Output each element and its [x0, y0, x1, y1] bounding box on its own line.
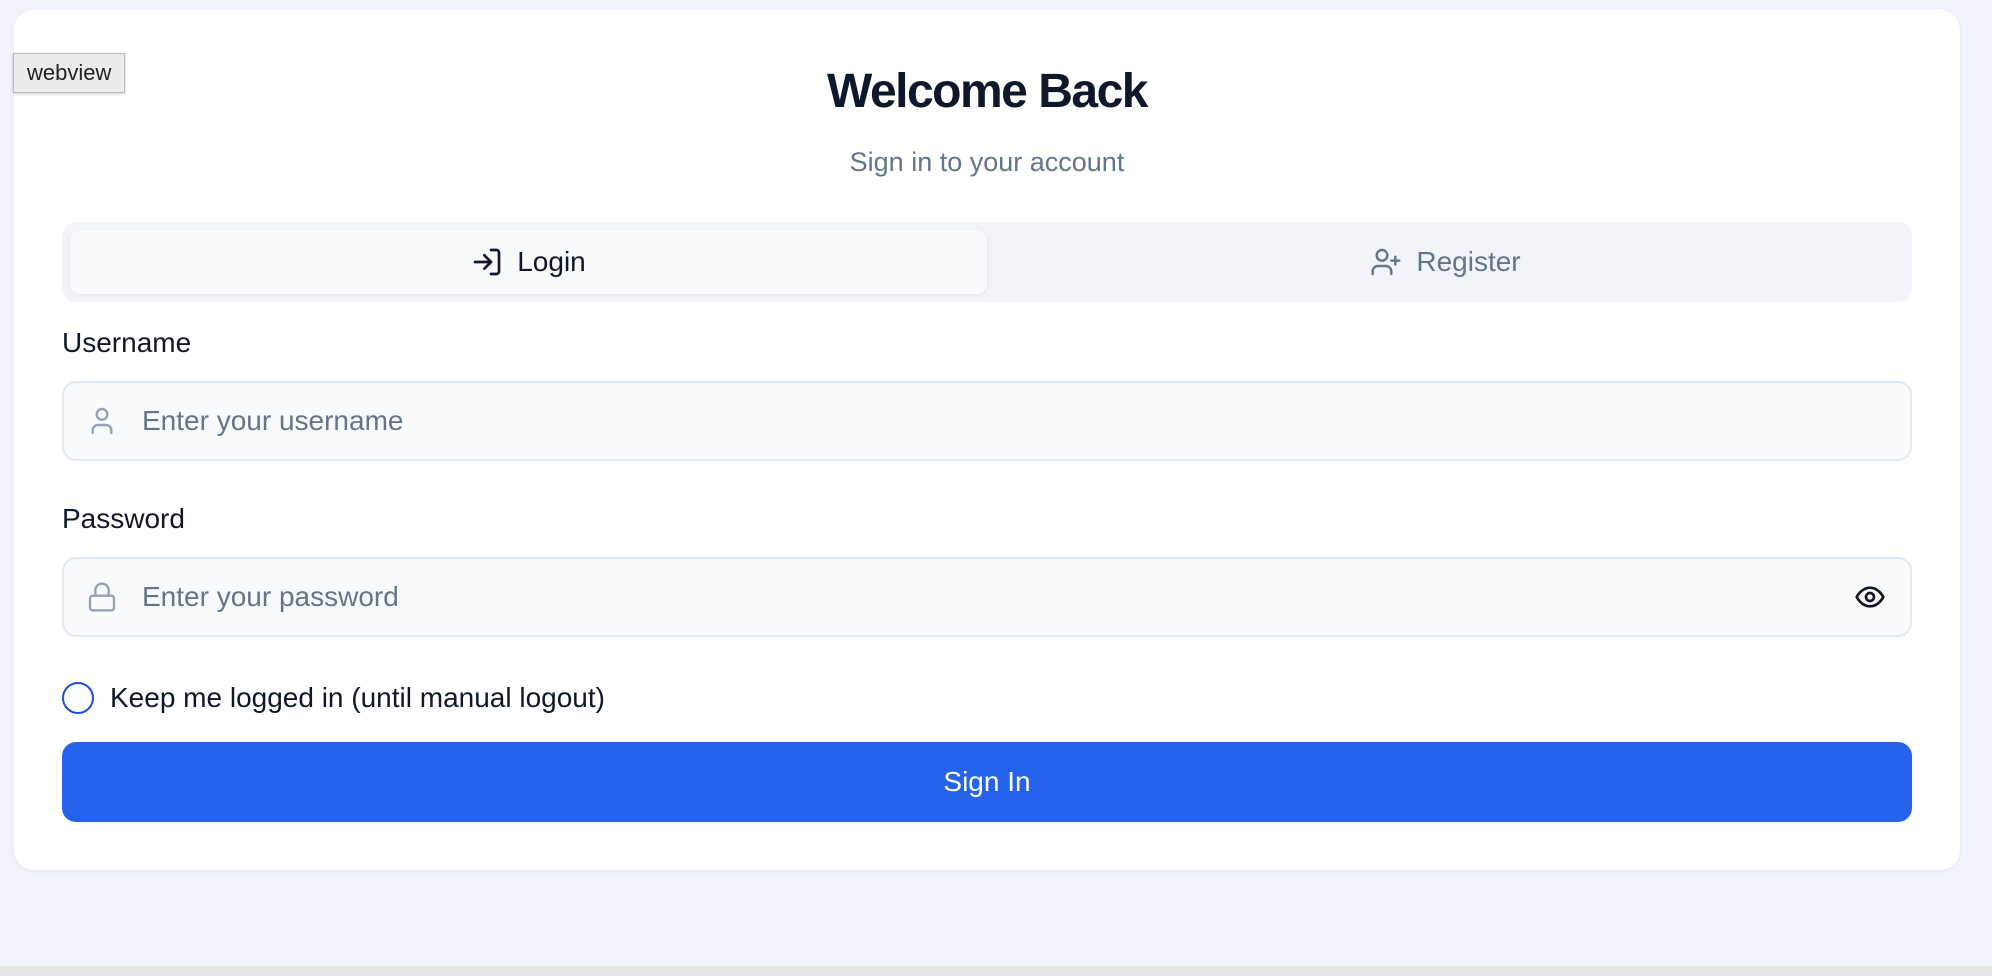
password-field — [62, 557, 1912, 637]
username-input[interactable] — [142, 383, 1822, 459]
password-input[interactable] — [142, 559, 1822, 635]
auth-tabs: Login Register — [62, 222, 1912, 302]
tab-register[interactable]: Register — [987, 230, 1904, 294]
login-card: Welcome Back Sign in to your account Log… — [14, 10, 1960, 870]
sign-in-button[interactable]: Sign In — [62, 742, 1912, 822]
eye-icon[interactable] — [1854, 581, 1886, 613]
password-label: Password — [62, 503, 185, 534]
remember-me-label: Keep me logged in (until manual logout) — [110, 682, 605, 713]
remember-me-option[interactable]: Keep me logged in (until manual logout) — [62, 682, 605, 714]
remember-me-checkbox[interactable] — [62, 682, 94, 714]
username-field — [62, 381, 1912, 461]
page-subtitle: Sign in to your account — [849, 147, 1125, 177]
tab-login[interactable]: Login — [70, 230, 987, 294]
webview-tag: webview — [13, 53, 126, 93]
username-label: Username — [62, 327, 192, 358]
log-in-icon — [473, 248, 501, 276]
lock-icon — [88, 582, 116, 612]
page-title: Welcome Back — [827, 65, 1148, 118]
tab-register-label: Register — [1416, 246, 1521, 277]
user-plus-icon — [1371, 248, 1401, 276]
bottom-strip — [0, 966, 1992, 976]
user-icon — [91, 407, 113, 435]
tab-login-label: Login — [517, 246, 586, 277]
